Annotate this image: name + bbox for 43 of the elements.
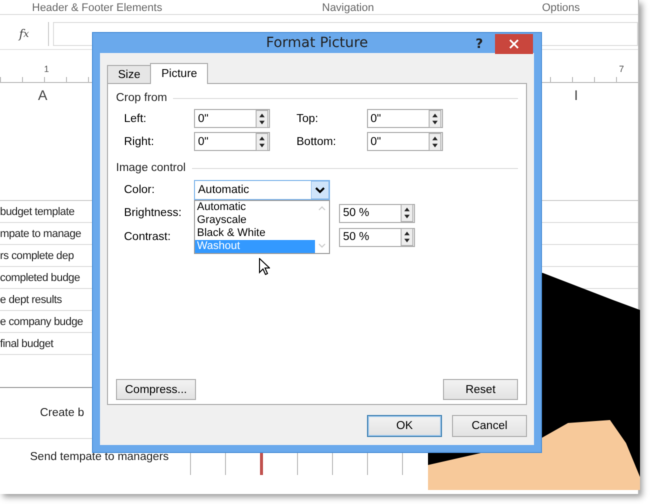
column-header[interactable]: A bbox=[38, 87, 48, 103]
field-label: Brightness: bbox=[124, 207, 183, 219]
dialog-button[interactable]: Cancel bbox=[452, 415, 527, 437]
task-cell: budget template bbox=[0, 206, 74, 218]
dropdown-option[interactable]: Black & White bbox=[195, 227, 315, 240]
compress-button[interactable]: Compress... bbox=[116, 379, 196, 400]
field-label: Color: bbox=[124, 184, 156, 196]
dropdown-option[interactable]: Grayscale bbox=[195, 214, 315, 227]
ruler-number: 7 bbox=[618, 64, 624, 76]
field-label: Top: bbox=[296, 112, 320, 124]
field-label: Bottom: bbox=[296, 136, 338, 148]
spin-field[interactable]: 50 % bbox=[339, 204, 415, 222]
field-label: Left: bbox=[124, 112, 148, 124]
task-cell: e dept results bbox=[0, 294, 62, 306]
task-cell: final budget bbox=[0, 338, 54, 350]
spin-field[interactable]: 0" bbox=[366, 132, 442, 151]
field-label: Contrast: bbox=[124, 231, 172, 243]
task-cell: e company budge bbox=[0, 316, 83, 328]
ruler-number: 1 bbox=[44, 64, 50, 76]
task-cell: mpate to manage bbox=[0, 228, 82, 240]
dialog-button[interactable]: OK bbox=[367, 415, 442, 437]
dropdown-option[interactable]: Automatic bbox=[195, 201, 315, 214]
spin-field[interactable]: 0" bbox=[366, 109, 442, 128]
ribbon-group-label: Navigation bbox=[322, 2, 375, 14]
tab[interactable]: Size bbox=[107, 65, 152, 83]
task-label: Create b bbox=[40, 407, 84, 419]
field-label: Right: bbox=[124, 136, 156, 148]
color-dropdown[interactable]: Automatic bbox=[194, 180, 330, 200]
section-heading: Crop from bbox=[116, 92, 168, 104]
spin-field[interactable]: 0" bbox=[194, 132, 270, 151]
tab[interactable]: Picture bbox=[150, 63, 208, 84]
column-header[interactable]: I bbox=[574, 87, 578, 103]
task-cell: completed budge bbox=[0, 272, 80, 284]
section-heading: Image control bbox=[116, 162, 186, 174]
spin-field[interactable]: 50 % bbox=[339, 228, 415, 246]
reset-button[interactable]: Reset bbox=[443, 379, 518, 400]
ribbon-group-label: Header & Footer Elements bbox=[32, 2, 164, 14]
task-cell: rs complete dep bbox=[0, 250, 74, 262]
task-label: Send tempate to managers bbox=[30, 451, 170, 463]
ribbon-group-label: Options bbox=[542, 2, 580, 14]
dialog-title: Format Picture bbox=[266, 35, 368, 51]
spin-field[interactable]: 0" bbox=[194, 109, 270, 128]
help-button[interactable]: ? bbox=[473, 37, 485, 52]
